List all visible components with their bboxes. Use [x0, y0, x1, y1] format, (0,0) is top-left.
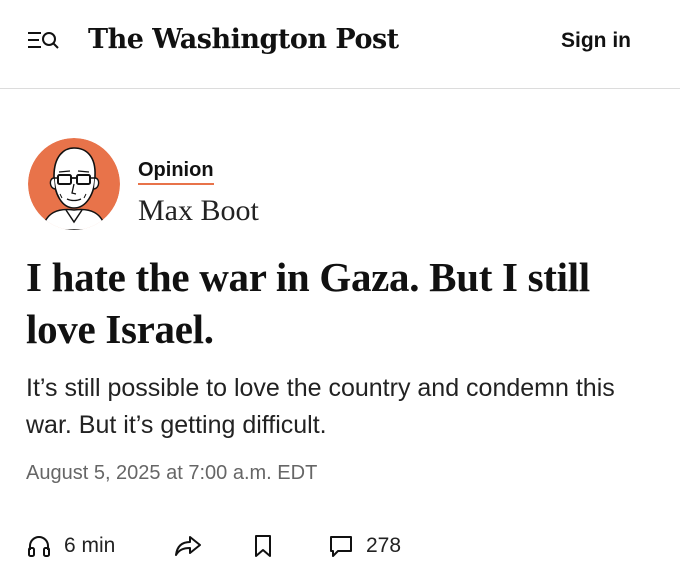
listen-button[interactable]: 6 min [26, 530, 115, 562]
share-button[interactable] [174, 530, 202, 562]
article-action-bar: 6 min 278 [26, 530, 666, 562]
top-bar: The Washington Post Sign in [0, 0, 680, 89]
comment-icon [328, 533, 354, 559]
comments-count: 278 [366, 534, 402, 557]
masthead-logo[interactable]: The Washington Post [88, 18, 399, 62]
headphones-icon [26, 533, 52, 559]
publish-date: August 5, 2025 at 7:00 a.m. EDT [26, 462, 318, 484]
author-name[interactable]: Max Boot [138, 193, 259, 229]
section-label-opinion[interactable]: Opinion [138, 157, 214, 185]
author-avatar[interactable] [28, 138, 120, 230]
sign-in-button[interactable]: Sign in [561, 28, 631, 54]
comments-button[interactable]: 278 [328, 530, 401, 562]
save-bookmark-button[interactable] [252, 530, 274, 562]
bookmark-icon [252, 533, 274, 559]
share-icon [174, 533, 202, 559]
article-headline: I hate the war in Gaza. But I still love… [26, 254, 590, 352]
menu-search-icon[interactable] [26, 28, 60, 54]
article-subheadline: It’s still possible to love the country … [26, 374, 615, 439]
listen-duration: 6 min [64, 534, 116, 557]
